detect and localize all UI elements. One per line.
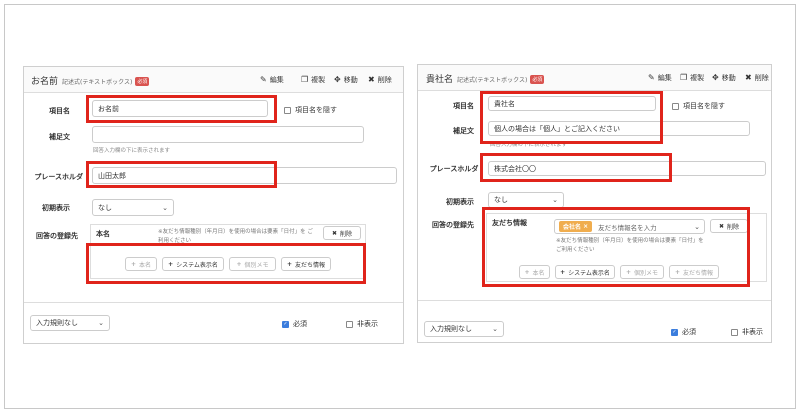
checkbox-box xyxy=(672,102,679,110)
supplement-label: 補足文 xyxy=(453,127,474,135)
card-title-text: 貴社名 xyxy=(426,75,454,85)
edit-label: 編集 xyxy=(657,74,672,82)
initial-value: なし xyxy=(494,196,508,204)
initial-label: 初期表示 xyxy=(446,198,474,206)
initial-label: 初期表示 xyxy=(42,204,70,212)
hidden-checkbox[interactable]: 非表示 xyxy=(346,319,378,329)
edit-button[interactable]: ✎ 編集 xyxy=(260,75,284,85)
initial-select[interactable]: なし ⌄ xyxy=(92,199,174,216)
hidden-label: 非表示 xyxy=(357,320,378,328)
card-type-label: 記述式(テキストボックス) xyxy=(62,79,133,86)
required-badge: 必須 xyxy=(135,77,150,86)
move-label: 移動 xyxy=(721,74,736,82)
delete-button[interactable]: ✖ 削除 xyxy=(368,75,392,85)
card-title-text: お名前 xyxy=(31,77,59,87)
highlight-box xyxy=(86,161,277,188)
copy-icon: ❐ xyxy=(680,73,688,82)
required-badge: 必須 xyxy=(530,75,545,84)
register-to-label: 回答の登録先 xyxy=(36,232,78,240)
hide-item-name-checkbox[interactable]: 項目名を隠す xyxy=(672,101,725,111)
check-icon: ✓ xyxy=(282,320,289,328)
move-label: 移動 xyxy=(343,76,358,84)
item-name-label: 項目名 xyxy=(453,102,474,110)
register-delete-label: 削除 xyxy=(340,230,353,238)
supplement-hint: 回答入力欄の下に表示されます xyxy=(93,148,171,154)
copy-icon: ❐ xyxy=(301,75,309,84)
input-rule-select[interactable]: 入力規則なし ⌄ xyxy=(424,321,504,337)
card-header: お名前 記述式(テキストボックス) 必須 ✎ 編集 ❐ 複製 ✥ 移動 ✖ 削除 xyxy=(24,67,403,93)
highlight-box xyxy=(480,91,663,144)
register-to-label: 回答の登録先 xyxy=(432,221,474,229)
supplement-input[interactable] xyxy=(92,126,364,143)
checkbox-box xyxy=(346,320,353,328)
move-icon: ✥ xyxy=(334,75,341,84)
move-button[interactable]: ✥ 移動 xyxy=(712,73,736,83)
hide-item-name-label: 項目名を隠す xyxy=(683,102,725,110)
pencil-icon: ✎ xyxy=(648,73,655,82)
times-icon: ✖ xyxy=(331,229,337,237)
copy-button[interactable]: ❐ 複製 xyxy=(680,73,704,83)
hidden-checkbox[interactable]: 非表示 xyxy=(731,327,763,337)
placeholder-label: プレースホルダ xyxy=(429,165,479,173)
edit-button[interactable]: ✎ 編集 xyxy=(648,73,672,83)
highlight-box xyxy=(480,153,672,182)
item-name-label: 項目名 xyxy=(49,107,70,115)
hidden-label: 非表示 xyxy=(742,328,763,336)
delete-label: 削除 xyxy=(377,76,392,84)
pencil-icon: ✎ xyxy=(260,75,267,84)
chevron-down-icon: ⌄ xyxy=(162,203,168,212)
highlight-box xyxy=(86,95,277,123)
move-button[interactable]: ✥ 移動 xyxy=(334,75,358,85)
required-label: 必須 xyxy=(293,320,307,328)
copy-label: 複製 xyxy=(690,74,705,82)
register-target-name: 本名 xyxy=(96,230,110,238)
chevron-down-icon: ⌄ xyxy=(98,319,104,327)
card-title: お名前 記述式(テキストボックス) 必須 xyxy=(31,74,150,87)
move-icon: ✥ xyxy=(712,73,719,82)
checkbox-box xyxy=(284,106,291,114)
chevron-down-icon: ⌄ xyxy=(552,196,558,204)
times-icon: ✖ xyxy=(368,75,375,84)
hide-item-name-label: 項目名を隠す xyxy=(295,106,337,114)
input-rule-value: 入力規則なし xyxy=(430,325,472,333)
edit-label: 編集 xyxy=(269,76,284,84)
check-icon: ✓ xyxy=(671,328,678,336)
required-checkbox[interactable]: ✓ 必須 xyxy=(282,319,307,329)
register-delete-button[interactable]: ✖ 削除 xyxy=(323,226,361,240)
initial-select[interactable]: なし ⌄ xyxy=(488,192,564,208)
times-icon: ✖ xyxy=(745,73,752,82)
initial-value: なし xyxy=(98,203,112,212)
delete-label: 削除 xyxy=(754,74,769,82)
required-label: 必須 xyxy=(682,328,696,336)
copy-label: 複製 xyxy=(311,76,326,84)
input-rule-select[interactable]: 入力規則なし ⌄ xyxy=(30,315,110,331)
copy-button[interactable]: ❐ 複製 xyxy=(301,75,325,85)
placeholder-label: プレースホルダ xyxy=(34,173,83,181)
highlight-box xyxy=(482,207,750,287)
chevron-down-icon: ⌄ xyxy=(492,325,498,333)
input-rule-value: 入力規則なし xyxy=(36,319,78,327)
required-checkbox[interactable]: ✓ 必須 xyxy=(671,327,696,337)
highlight-box xyxy=(86,243,366,284)
delete-button[interactable]: ✖ 削除 xyxy=(745,73,769,83)
checkbox-box xyxy=(731,328,738,336)
card-type-label: 記述式(テキストボックス) xyxy=(457,77,528,84)
card-title: 貴社名 記述式(テキストボックス) 必須 xyxy=(426,72,545,85)
hide-item-name-checkbox[interactable]: 項目名を隠す xyxy=(284,105,337,115)
supplement-label: 補足文 xyxy=(49,133,70,141)
card-header: 貴社名 記述式(テキストボックス) 必須 ✎ 編集 ❐ 複製 ✥ 移動 ✖ 削除 xyxy=(418,65,771,91)
